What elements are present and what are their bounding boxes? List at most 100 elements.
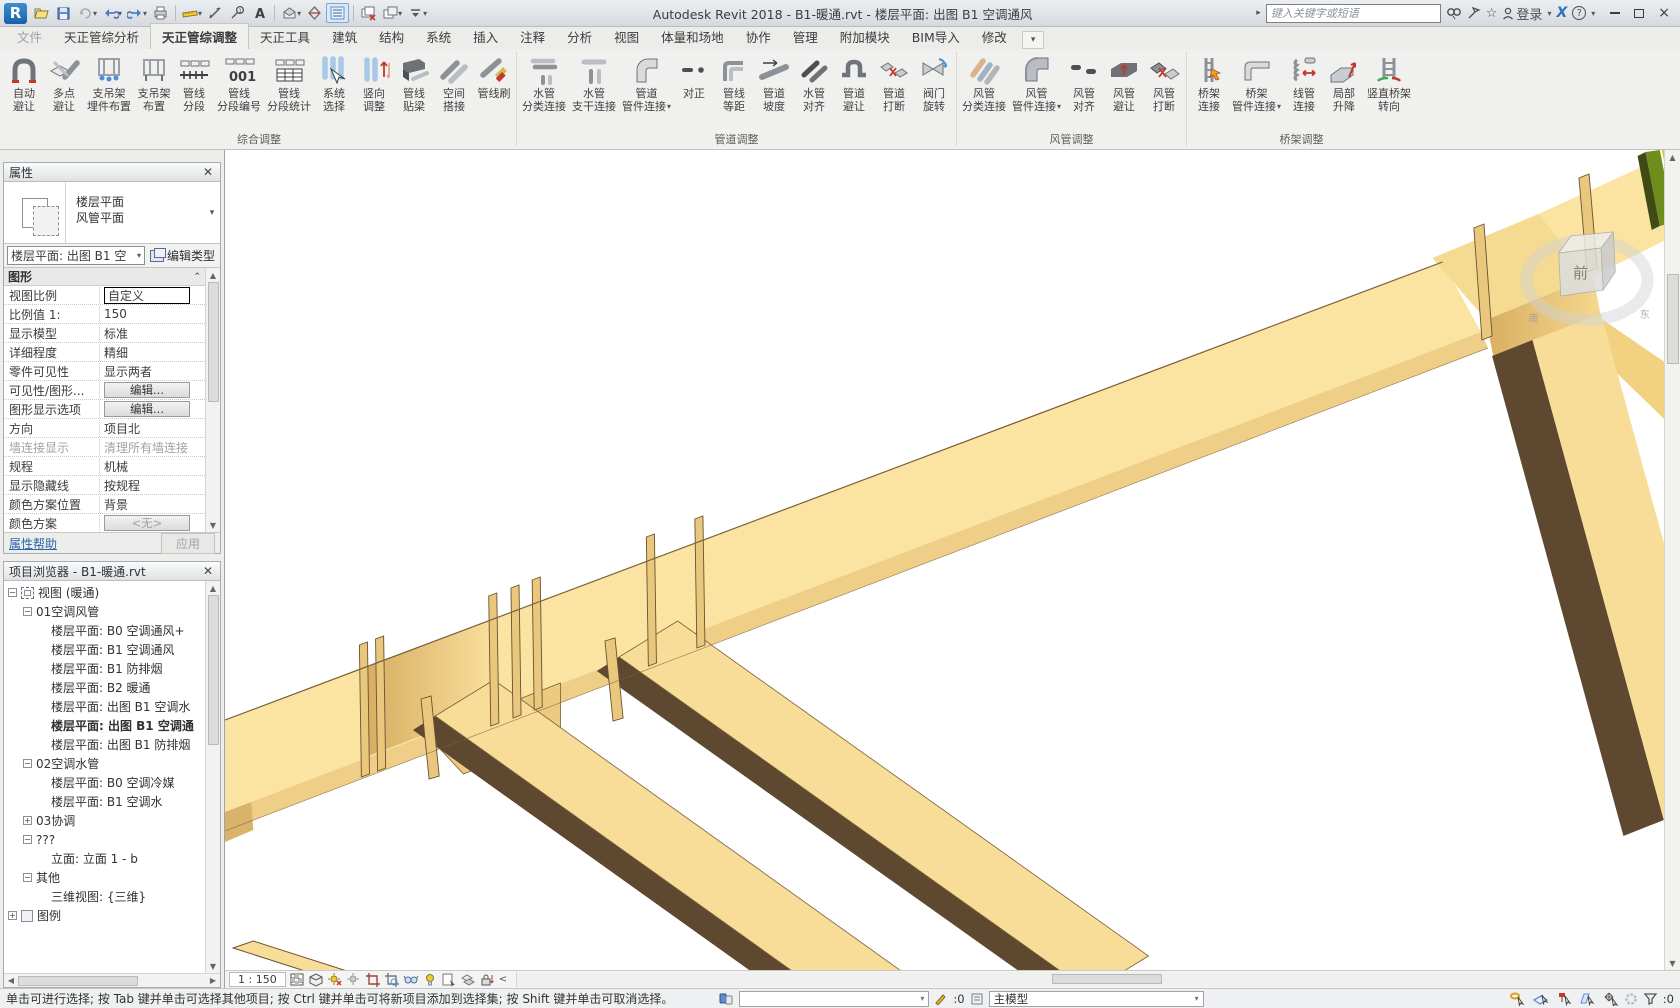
temporary-hide-icon[interactable] bbox=[403, 972, 420, 987]
minimize-button[interactable] bbox=[1610, 12, 1620, 14]
ribbon-button-局部升降[interactable]: 局部升降 bbox=[1324, 52, 1364, 114]
property-value[interactable]: 背景 bbox=[104, 496, 128, 513]
redo-icon[interactable]: ▾ bbox=[125, 4, 149, 22]
save-icon[interactable] bbox=[53, 4, 74, 22]
tree-item-6[interactable]: 楼层平面: 出图 B1 空调水 bbox=[4, 697, 205, 716]
restore-button[interactable] bbox=[1634, 9, 1644, 18]
tab-11[interactable]: 体量和场地 bbox=[650, 24, 735, 49]
communication-center-icon[interactable] bbox=[1467, 6, 1481, 20]
drag-on-selection-icon[interactable] bbox=[1601, 991, 1619, 1006]
type-selector-dropdown-icon[interactable]: ▾ bbox=[204, 182, 220, 243]
visual-style-icon[interactable] bbox=[308, 972, 325, 987]
sync-icon[interactable]: ▾ bbox=[75, 4, 99, 22]
ribbon-button-系统选择[interactable]: 系统选择 bbox=[314, 52, 354, 114]
section-icon[interactable] bbox=[304, 4, 325, 22]
view-scale-button[interactable]: 1 : 150 bbox=[229, 972, 286, 987]
property-row-0[interactable]: 视图比例自定义 bbox=[4, 286, 205, 305]
apply-button[interactable]: 应用 bbox=[161, 533, 215, 554]
tree-item-14[interactable]: 立面: 立面 1 - b bbox=[4, 849, 205, 868]
property-value[interactable]: 机械 bbox=[104, 458, 128, 475]
ribbon-button-竖直桥架转向[interactable]: 竖直桥架转向 bbox=[1364, 52, 1414, 114]
properties-section-graphics[interactable]: 图形⌃ bbox=[4, 268, 205, 286]
tab-10[interactable]: 视图 bbox=[603, 24, 650, 49]
tab-4[interactable]: 建筑 bbox=[321, 24, 368, 49]
property-value[interactable]: 清理所有墙连接 bbox=[104, 439, 188, 456]
expand-icon[interactable]: + bbox=[8, 911, 17, 920]
property-row-10[interactable]: 显示隐藏线按规程 bbox=[4, 476, 205, 495]
ribbon-button-对正[interactable]: 对正 bbox=[674, 52, 714, 114]
settings-gear-icon[interactable] bbox=[1624, 992, 1638, 1006]
collapse-icon[interactable]: − bbox=[23, 607, 32, 616]
scroll-down-icon[interactable]: ▼ bbox=[1669, 956, 1675, 970]
ribbon-button-线管连接[interactable]: 线管连接 bbox=[1284, 52, 1324, 114]
dropdown-arrow-icon[interactable]: ▾ bbox=[1057, 100, 1061, 113]
tab-16[interactable]: 修改 bbox=[971, 24, 1018, 49]
tree-item-10[interactable]: 楼层平面: B0 空调冷媒 bbox=[4, 773, 205, 792]
tree-item-5[interactable]: 楼层平面: B2 暖通 bbox=[4, 678, 205, 697]
edit-button[interactable]: 编辑... bbox=[104, 382, 190, 398]
canvas-vscrollbar[interactable]: ▲ ▼ bbox=[1664, 150, 1680, 970]
ribbon-button-管道打断[interactable]: 管道打断 bbox=[874, 52, 914, 114]
aligned-dim-icon[interactable] bbox=[205, 4, 226, 22]
tree-item-7[interactable]: 楼层平面: 出图 B1 空调通 bbox=[4, 716, 205, 735]
tab-6[interactable]: 系统 bbox=[415, 24, 462, 49]
design-options-icon[interactable] bbox=[970, 992, 984, 1005]
tab-9[interactable]: 分析 bbox=[556, 24, 603, 49]
tree-item-17[interactable]: +图例 bbox=[4, 906, 205, 925]
tab-8[interactable]: 注释 bbox=[509, 24, 556, 49]
ribbon-button-水管对齐[interactable]: 水管对齐 bbox=[794, 52, 834, 114]
project-browser-close-icon[interactable]: ✕ bbox=[201, 564, 215, 578]
ribbon-button-自动避让[interactable]: 自动避让 bbox=[4, 52, 44, 114]
signin-dropdown-icon[interactable]: ▾ bbox=[1547, 9, 1551, 18]
ribbon-button-风管管件连接[interactable]: 风管管件连接▾ bbox=[1009, 52, 1064, 114]
ribbon-button-管线分段统计[interactable]: 管线分段统计 bbox=[264, 52, 314, 114]
tab-15[interactable]: BIM导入 bbox=[901, 24, 971, 49]
select-underlay-icon[interactable] bbox=[1532, 991, 1550, 1006]
revit-logo-icon[interactable]: R bbox=[4, 3, 27, 24]
tree-item-4[interactable]: 楼层平面: B1 防排烟 bbox=[4, 659, 205, 678]
property-value[interactable]: 按规程 bbox=[104, 477, 140, 494]
ribbon-button-管线贴梁[interactable]: 管线贴梁 bbox=[394, 52, 434, 114]
search-input[interactable]: 键入关键字或短语 bbox=[1266, 4, 1441, 23]
ribbon-button-支吊架埋件布置[interactable]: 支吊架埋件布置 bbox=[84, 52, 134, 114]
value-button[interactable]: <无> bbox=[104, 515, 190, 531]
ribbon-button-管道避让[interactable]: 管道避让 bbox=[834, 52, 874, 114]
property-row-3[interactable]: 详细程度精细 bbox=[4, 343, 205, 362]
customize-qat-icon[interactable]: ▾ bbox=[405, 4, 429, 22]
tree-item-12[interactable]: +03协调 bbox=[4, 811, 205, 830]
viewbar-collapse-icon[interactable]: < bbox=[499, 974, 507, 985]
temporary-view-properties-icon[interactable] bbox=[441, 972, 458, 987]
search-icon[interactable] bbox=[1446, 6, 1462, 20]
ribbon-button-多点避让[interactable]: 多点避让 bbox=[44, 52, 84, 114]
properties-scrollbar[interactable]: ▲ ▼ bbox=[205, 268, 220, 532]
undo-icon[interactable]: ▾ bbox=[100, 4, 124, 22]
ribbon-button-风管打断[interactable]: 风管打断 bbox=[1144, 52, 1184, 114]
tab-12[interactable]: 协作 bbox=[735, 24, 782, 49]
measure-icon[interactable]: ▾ bbox=[180, 4, 204, 22]
property-value-input[interactable]: 自定义 bbox=[104, 287, 190, 304]
collapse-icon[interactable]: − bbox=[23, 835, 32, 844]
favorites-icon[interactable]: ☆ bbox=[1486, 6, 1498, 21]
property-value[interactable]: 显示两者 bbox=[104, 363, 152, 380]
default-3d-view-icon[interactable]: ▾ bbox=[279, 4, 303, 22]
design-options-dropdown[interactable]: 主模型▾ bbox=[989, 991, 1204, 1007]
selection-filter-icon[interactable] bbox=[1643, 992, 1658, 1005]
property-row-5[interactable]: 可见性/图形...编辑... bbox=[4, 381, 205, 400]
ribbon-button-桥架管件连接[interactable]: 桥架管件连接▾ bbox=[1229, 52, 1284, 114]
print-icon[interactable] bbox=[150, 4, 171, 22]
edit-type-button[interactable]: 编辑类型 bbox=[148, 247, 217, 264]
scroll-right-icon[interactable]: ▶ bbox=[206, 976, 220, 985]
select-links-icon[interactable] bbox=[1509, 991, 1527, 1006]
ribbon-button-竖向调整[interactable]: 竖向调整 bbox=[354, 52, 394, 114]
dropdown-arrow-icon[interactable]: ▾ bbox=[667, 100, 671, 113]
tree-item-11[interactable]: 楼层平面: B1 空调水 bbox=[4, 792, 205, 811]
tab-13[interactable]: 管理 bbox=[782, 24, 829, 49]
tree-item-16[interactable]: 三维视图: {三维} bbox=[4, 887, 205, 906]
scroll-up-icon[interactable]: ▲ bbox=[1669, 150, 1675, 164]
tree-item-2[interactable]: 楼层平面: B0 空调通风+ bbox=[4, 621, 205, 640]
dropdown-arrow-icon[interactable]: ▾ bbox=[1277, 100, 1281, 113]
tree-item-1[interactable]: −01空调风管 bbox=[4, 602, 205, 621]
shadows-icon[interactable] bbox=[346, 972, 363, 987]
editing-requests-icon[interactable] bbox=[934, 992, 948, 1005]
reveal-hidden-icon[interactable] bbox=[422, 972, 439, 987]
